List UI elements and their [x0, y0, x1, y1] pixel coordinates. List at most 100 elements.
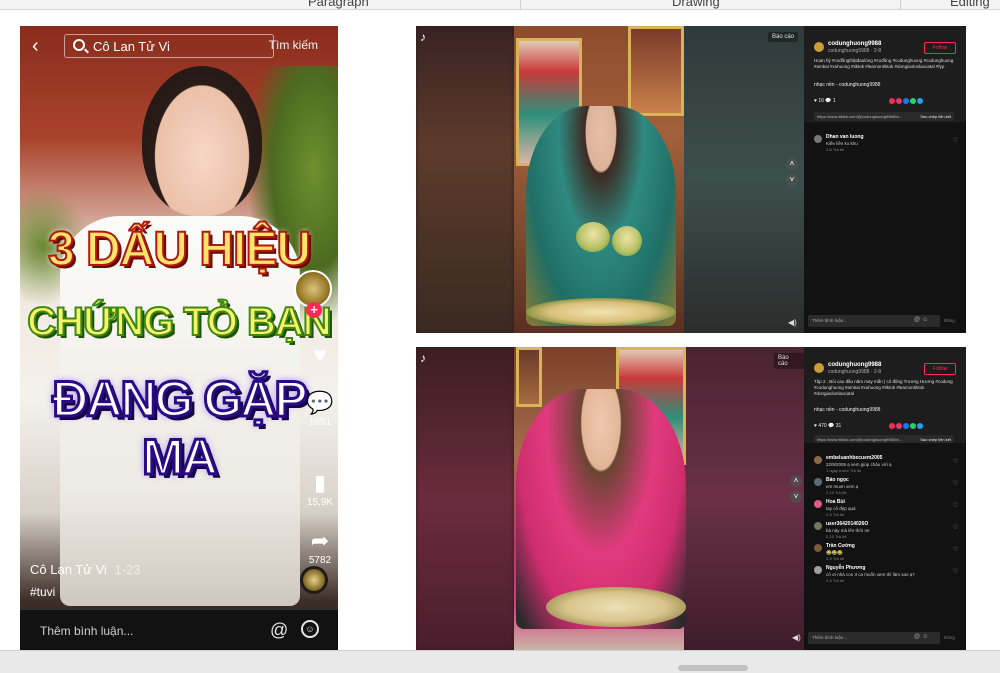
share-embed-icon[interactable] — [889, 423, 895, 429]
search-button[interactable]: Tìm kiếm — [269, 38, 318, 52]
avatar[interactable] — [814, 500, 822, 508]
comment-text: cô ơi nhà con 3 ca muốn xem thì làm sao … — [826, 572, 915, 577]
comment-count: 1651 — [308, 417, 332, 428]
avatar[interactable] — [814, 363, 824, 373]
comment-meta: 2-9 Trả lời — [826, 512, 845, 517]
scrollbar-thumb[interactable] — [678, 665, 748, 671]
post-button[interactable]: Đăng — [944, 318, 955, 323]
post-button[interactable]: Đăng — [944, 635, 955, 640]
follow-button[interactable]: Follow — [924, 42, 956, 54]
comment-user[interactable]: Hoa Bùi — [826, 499, 845, 505]
facebook-icon[interactable] — [903, 98, 909, 104]
author-name[interactable]: Cô Lan Tử Vi — [30, 562, 107, 577]
heart-icon[interactable]: ♡ — [953, 480, 958, 487]
follow-plus-icon[interactable]: + — [306, 302, 322, 318]
comment-item: Dhan van luong Kiến liền ko khu 2-8 Trả … — [814, 134, 960, 156]
avatar[interactable] — [814, 566, 822, 574]
headline-line-1: 3 DẤU HIỆU — [47, 222, 312, 277]
horizontal-scrollbar[interactable] — [0, 650, 1000, 673]
share-icons — [889, 98, 924, 106]
avatar[interactable] — [814, 478, 822, 486]
heart-icon[interactable]: ♡ — [953, 502, 958, 509]
comment-user[interactable]: user3642014026O — [826, 521, 868, 527]
share-action[interactable]: ➦ 5782 — [302, 528, 338, 567]
heart-icon[interactable]: ♡ — [953, 458, 958, 465]
music-disc-icon[interactable] — [300, 566, 328, 594]
presenter-head — [142, 66, 262, 216]
copy-link-button[interactable]: Sao chép liên kết — [920, 114, 951, 119]
report-button[interactable]: Báo cáo — [774, 353, 804, 369]
share-email-icon[interactable] — [896, 423, 902, 429]
mention-icon[interactable]: @ — [270, 620, 288, 641]
chevron-down-icon[interactable]: ˅ — [790, 491, 802, 503]
share-email-icon[interactable] — [896, 98, 902, 104]
ribbon-group-drawing[interactable]: Drawing — [672, 0, 720, 9]
share-link[interactable]: https://www.tiktok.com/@codunghuong9988/… — [814, 112, 954, 121]
save-count: 15,9K — [306, 497, 334, 508]
comment-input-row: Thêm bình luận... @☺ Đăng — [808, 315, 962, 329]
video-description: Hoan hỷ #cođồngthậtđaulòng #cođồng #codu… — [814, 58, 954, 69]
comment-input[interactable]: Thêm bình luận... — [40, 624, 133, 638]
facebook-icon[interactable] — [903, 423, 909, 429]
heart-icon[interactable]: ♡ — [953, 524, 958, 531]
music-link[interactable]: nhạc nền - codunghuong9988 — [814, 407, 880, 413]
comment-item: Bảo ngọc em muon xem ạ 2-10 Trả lời ♡ — [814, 477, 960, 499]
heart-icon[interactable]: ♡ — [953, 568, 958, 575]
mention-emoji-icons[interactable]: @☺ — [914, 317, 930, 323]
tiktok-web-screenshot-2: ♪ Báo cáo ˄ ˅ ◀) codunghuong9988 codungh… — [416, 347, 966, 650]
volume-icon[interactable]: ◀) — [792, 633, 801, 642]
copy-link-button[interactable]: Sao chép liên kết — [920, 437, 951, 442]
search-bar: ‹ Cô Lan Tử Vi Tìm kiếm — [20, 26, 338, 66]
share-icon: ➦ — [310, 528, 330, 553]
user-subtitle: codunghuong9988 · 2-8 — [828, 369, 882, 375]
chevron-down-icon[interactable]: ˅ — [786, 174, 798, 186]
twitter-icon[interactable] — [917, 98, 923, 104]
share-embed-icon[interactable] — [889, 98, 895, 104]
mention-emoji-icons[interactable]: @☺ — [914, 634, 930, 640]
ribbon-group-editing[interactable]: Editing — [950, 0, 990, 9]
avatar[interactable] — [814, 522, 822, 530]
volume-icon[interactable]: ◀) — [788, 318, 797, 327]
like-action[interactable]: ♥ — [302, 344, 338, 369]
fruit-plate — [526, 298, 676, 326]
username[interactable]: codunghuong9988 — [828, 362, 881, 368]
username[interactable]: codunghuong9988 — [828, 41, 881, 47]
video-blur-left — [416, 347, 514, 650]
chevron-up-icon[interactable]: ˄ — [790, 475, 802, 487]
save-action[interactable]: ▮ 15,9K — [302, 472, 338, 509]
heart-icon[interactable]: ♡ — [953, 546, 958, 553]
comment-user[interactable]: Trần Cường — [826, 543, 855, 549]
comment-user[interactable]: Bảo ngọc — [826, 477, 849, 483]
whatsapp-icon[interactable] — [910, 98, 916, 104]
comment-user[interactable]: Dhan van luong — [826, 134, 864, 140]
search-input[interactable]: Cô Lan Tử Vi — [64, 34, 274, 58]
chevron-up-icon[interactable]: ˄ — [786, 158, 798, 170]
comment-text: 22/9/2005 ạ xem giúp cháu với ạ — [826, 462, 892, 467]
comment-user[interactable]: Nguyễn Phương — [826, 565, 865, 571]
comment-item: Trần Cường 😂😂😂 2-9 Trả lời ♡ — [814, 543, 960, 565]
video-sidebar: codunghuong9988 codunghuong9988 · 2-8 Fo… — [804, 347, 966, 650]
avatar[interactable] — [814, 456, 822, 464]
hashtag[interactable]: #tuvi — [30, 585, 55, 599]
tiktok-web-screenshot-1: ♪ Báo cáo ˄ ˅ ◀) codunghuong9988 codungh… — [416, 26, 966, 333]
video-info: codunghuong9988 codunghuong9988 · 2-8 Fo… — [804, 26, 966, 122]
comment-action[interactable]: 💬 1651 — [302, 392, 338, 429]
comment-meta: 2-10 Trả lời — [826, 490, 847, 495]
heart-icon[interactable]: ♡ — [953, 137, 958, 144]
search-icon — [73, 39, 85, 51]
whatsapp-icon[interactable] — [910, 423, 916, 429]
share-link[interactable]: https://www.tiktok.com/@codunghuong9988/… — [814, 435, 954, 443]
report-button[interactable]: Báo cáo — [768, 32, 799, 42]
follow-button[interactable]: Follow — [924, 363, 956, 375]
twitter-icon[interactable] — [917, 423, 923, 429]
music-link[interactable]: nhạc nền - codunghuong9988 — [814, 82, 880, 88]
post-time: 1-23 — [114, 562, 141, 577]
avatar[interactable] — [814, 42, 824, 52]
emoji-icon[interactable]: ☺ — [301, 620, 319, 638]
avatar[interactable] — [814, 135, 822, 143]
back-arrow-icon[interactable]: ‹ — [32, 36, 39, 56]
avatar[interactable] — [814, 544, 822, 552]
ribbon-group-paragraph[interactable]: Paragraph — [308, 0, 369, 9]
comment-user[interactable]: embeluanhbecuem2005 — [826, 455, 882, 461]
video-description: Tập 2 : Bói cau đầu năm may mắn | cô đồn… — [814, 379, 953, 396]
